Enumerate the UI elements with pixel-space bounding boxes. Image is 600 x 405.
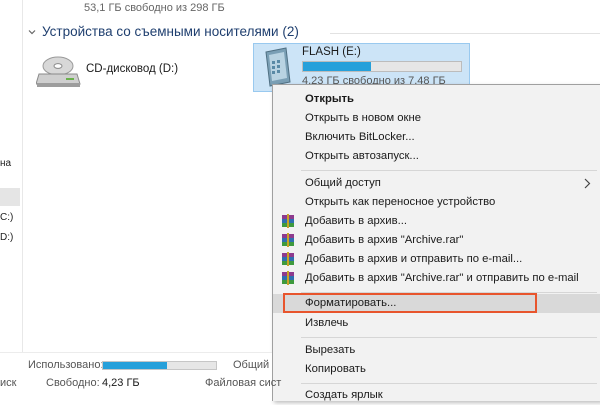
menu-item-add-archive-rar[interactable]: Добавить в архив "Archive.rar" bbox=[273, 231, 600, 250]
winrar-icon bbox=[282, 214, 294, 228]
group-divider bbox=[330, 33, 600, 34]
menu-item-autoplay[interactable]: Открыть автозапуск... bbox=[273, 147, 600, 166]
flash-drive-label: FLASH (E:) bbox=[302, 46, 361, 58]
winrar-icon bbox=[282, 233, 294, 247]
nav-item-drive-c[interactable]: C:) bbox=[0, 212, 13, 223]
winrar-icon bbox=[282, 271, 294, 285]
menu-item-label: Копировать bbox=[305, 363, 366, 375]
menu-item-bitlocker[interactable]: Включить BitLocker... bbox=[273, 128, 600, 147]
group-title: Устройства со съемными носителями (2) bbox=[42, 24, 299, 39]
free-label: Свободно: bbox=[46, 377, 100, 389]
drive-free-space-text: 53,1 ГБ свободно из 298 ГБ bbox=[84, 2, 225, 14]
shared-label: Общий bbox=[233, 359, 270, 371]
menu-separator bbox=[301, 337, 597, 338]
nav-item-selected[interactable] bbox=[0, 188, 20, 206]
context-menu: Открыть Открыть в новом окне Включить Bi… bbox=[272, 84, 600, 401]
cd-drive-icon[interactable] bbox=[36, 50, 82, 90]
menu-separator bbox=[301, 383, 597, 384]
menu-item-label: Общий доступ bbox=[305, 177, 381, 189]
menu-item-label: Открыть автозапуск... bbox=[305, 150, 419, 162]
chevron-right-icon bbox=[584, 178, 591, 189]
menu-item-label: Включить BitLocker... bbox=[305, 131, 415, 143]
highlight-annotation-box bbox=[283, 293, 537, 313]
navigation-pane: на C:) D:) bbox=[0, 0, 23, 352]
menu-item-open-portable[interactable]: Открыть как переносное устройство bbox=[273, 193, 600, 212]
cd-drive-label[interactable]: CD-дисковод (D:) bbox=[86, 63, 178, 75]
details-pane: Использовано: Общий иск Свободно: 4,23 Г… bbox=[0, 352, 281, 401]
menu-item-share[interactable]: Общий доступ bbox=[273, 174, 600, 193]
menu-item-label: Извлечь bbox=[305, 317, 349, 329]
menu-item-eject[interactable]: Извлечь bbox=[273, 314, 600, 333]
used-space-bar bbox=[102, 361, 217, 370]
menu-item-label: Добавить в архив "Archive.rar" bbox=[305, 234, 464, 246]
used-space-fill bbox=[103, 362, 168, 369]
flash-drive-usage-bar bbox=[302, 61, 462, 72]
nav-item-drive-d[interactable]: D:) bbox=[0, 232, 13, 243]
menu-item-label: Добавить в архив "Archive.rar" и отправи… bbox=[305, 272, 579, 284]
menu-item-label: Открыть bbox=[305, 93, 354, 105]
menu-item-label: Добавить в архив и отправить по e-mail..… bbox=[305, 253, 523, 265]
menu-item-create-shortcut[interactable]: Создать ярлык bbox=[273, 386, 600, 405]
menu-item-cut[interactable]: Вырезать bbox=[273, 341, 600, 360]
menu-item-label: Добавить в архив... bbox=[305, 215, 408, 227]
menu-item-add-archive-email[interactable]: Добавить в архив и отправить по e-mail..… bbox=[273, 250, 600, 269]
menu-item-add-archive-rar-email[interactable]: Добавить в архив "Archive.rar" и отправи… bbox=[273, 269, 600, 288]
nav-item-label[interactable]: на bbox=[0, 158, 11, 169]
free-value: 4,23 ГБ bbox=[102, 377, 140, 389]
chevron-down-icon[interactable] bbox=[28, 28, 36, 36]
details-label-cut: иск bbox=[0, 377, 17, 389]
used-label: Использовано: bbox=[28, 359, 104, 371]
menu-item-open-new-window[interactable]: Открыть в новом окне bbox=[273, 109, 600, 128]
menu-item-label: Открыть в новом окне bbox=[305, 112, 421, 124]
menu-item-label: Создать ярлык bbox=[305, 389, 383, 401]
menu-item-copy[interactable]: Копировать bbox=[273, 360, 600, 379]
filesystem-label: Файловая сист bbox=[205, 377, 282, 389]
menu-item-add-archive[interactable]: Добавить в архив... bbox=[273, 212, 600, 231]
usb-flash-drive-icon[interactable] bbox=[260, 46, 294, 88]
menu-separator bbox=[301, 170, 597, 171]
group-header-removable[interactable]: Устройства со съемными носителями (2) bbox=[28, 24, 299, 39]
menu-item-label: Открыть как переносное устройство bbox=[305, 196, 496, 208]
menu-item-label: Вырезать bbox=[305, 344, 356, 356]
winrar-icon bbox=[282, 252, 294, 266]
flash-drive-usage-fill bbox=[303, 62, 371, 71]
menu-item-open[interactable]: Открыть bbox=[273, 90, 600, 109]
